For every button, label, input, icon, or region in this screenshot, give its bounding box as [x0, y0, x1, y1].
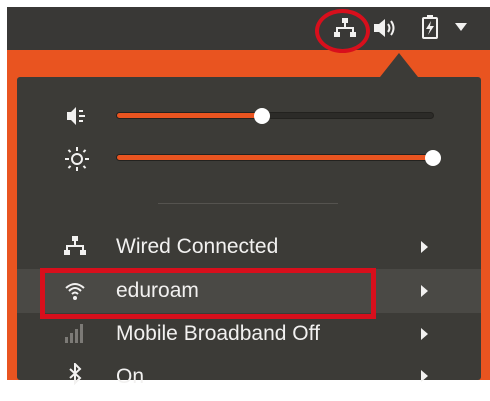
menu-item-bluetooth[interactable]: On — [17, 357, 481, 401]
annotation-circle — [315, 9, 370, 53]
volume-icon[interactable] — [373, 17, 397, 39]
bluetooth-icon — [64, 361, 86, 386]
chevron-right-icon — [421, 370, 428, 382]
menu-item-label: Mobile Broadband Off — [116, 322, 320, 345]
volume-icon — [66, 106, 90, 126]
menu-item-wired[interactable]: Wired Connected — [17, 225, 481, 269]
menu-pointer — [380, 53, 418, 77]
signal-bars-icon — [64, 322, 86, 344]
menu-separator — [158, 203, 338, 204]
top-panel — [7, 7, 490, 50]
brightness-slider-fill — [117, 155, 433, 160]
annotation-rectangle — [40, 268, 376, 319]
chevron-right-icon — [421, 285, 428, 297]
battery-charging-icon[interactable] — [421, 14, 439, 40]
chevron-right-icon — [421, 328, 428, 340]
brightness-icon — [65, 147, 89, 171]
menu-arrow-icon[interactable] — [453, 20, 469, 32]
volume-slider[interactable] — [116, 108, 434, 124]
brightness-slider-knob[interactable] — [425, 150, 441, 166]
brightness-slider[interactable] — [116, 150, 441, 166]
chevron-right-icon — [421, 241, 428, 253]
volume-slider-fill — [117, 113, 263, 118]
network-wired-icon — [64, 235, 86, 257]
menu-item-label: On — [116, 365, 145, 388]
menu-item-mobile-broadband[interactable]: Mobile Broadband Off — [17, 313, 481, 357]
menu-item-label: Wired Connected — [116, 235, 279, 258]
